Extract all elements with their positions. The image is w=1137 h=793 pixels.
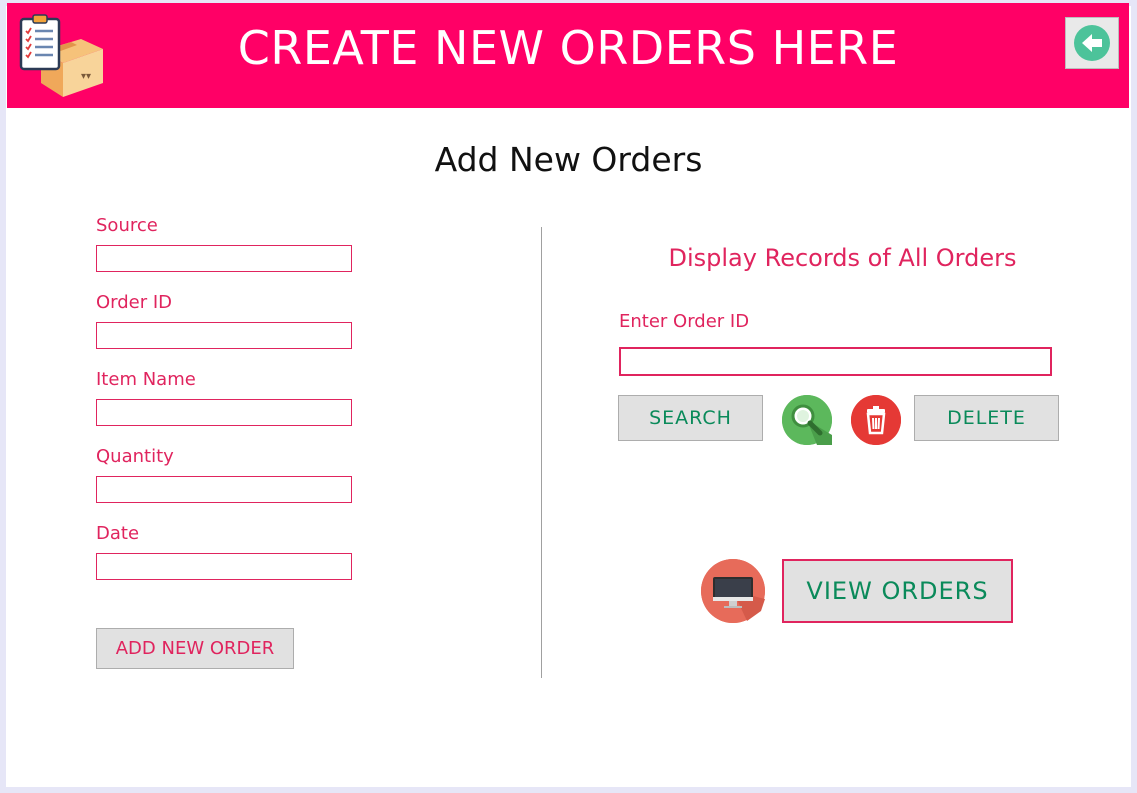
view-orders-button[interactable]: VIEW ORDERS [782,559,1013,623]
order-id-field[interactable] [96,322,352,349]
source-field[interactable] [96,245,352,272]
search-order-id-field[interactable] [619,347,1052,376]
item-name-field[interactable] [96,399,352,426]
date-field[interactable] [96,553,352,580]
item-name-label: Item Name [96,369,196,390]
header-bar: ▾▾ CREATE NEW ORDERS HERE [7,3,1129,108]
header-title: CREATE NEW ORDERS HERE [237,21,899,75]
monitor-icon[interactable] [701,559,765,623]
search-button[interactable]: SEARCH [618,395,763,441]
delete-button[interactable]: DELETE [914,395,1059,441]
page-title: Add New Orders [434,140,703,179]
quantity-field[interactable] [96,476,352,503]
records-title: Display Records of All Orders [668,244,1017,272]
source-label: Source [96,215,158,236]
add-new-order-button[interactable]: ADD NEW ORDER [96,628,294,669]
enter-order-id-label: Enter Order ID [619,311,750,332]
magnifier-icon[interactable] [782,395,832,445]
order-id-label: Order ID [96,292,173,313]
trash-icon[interactable] [851,395,901,445]
back-button[interactable] [1065,17,1119,69]
back-arrow-icon [1074,25,1110,61]
section-divider [541,227,542,678]
quantity-label: Quantity [96,446,174,467]
date-label: Date [96,523,140,544]
